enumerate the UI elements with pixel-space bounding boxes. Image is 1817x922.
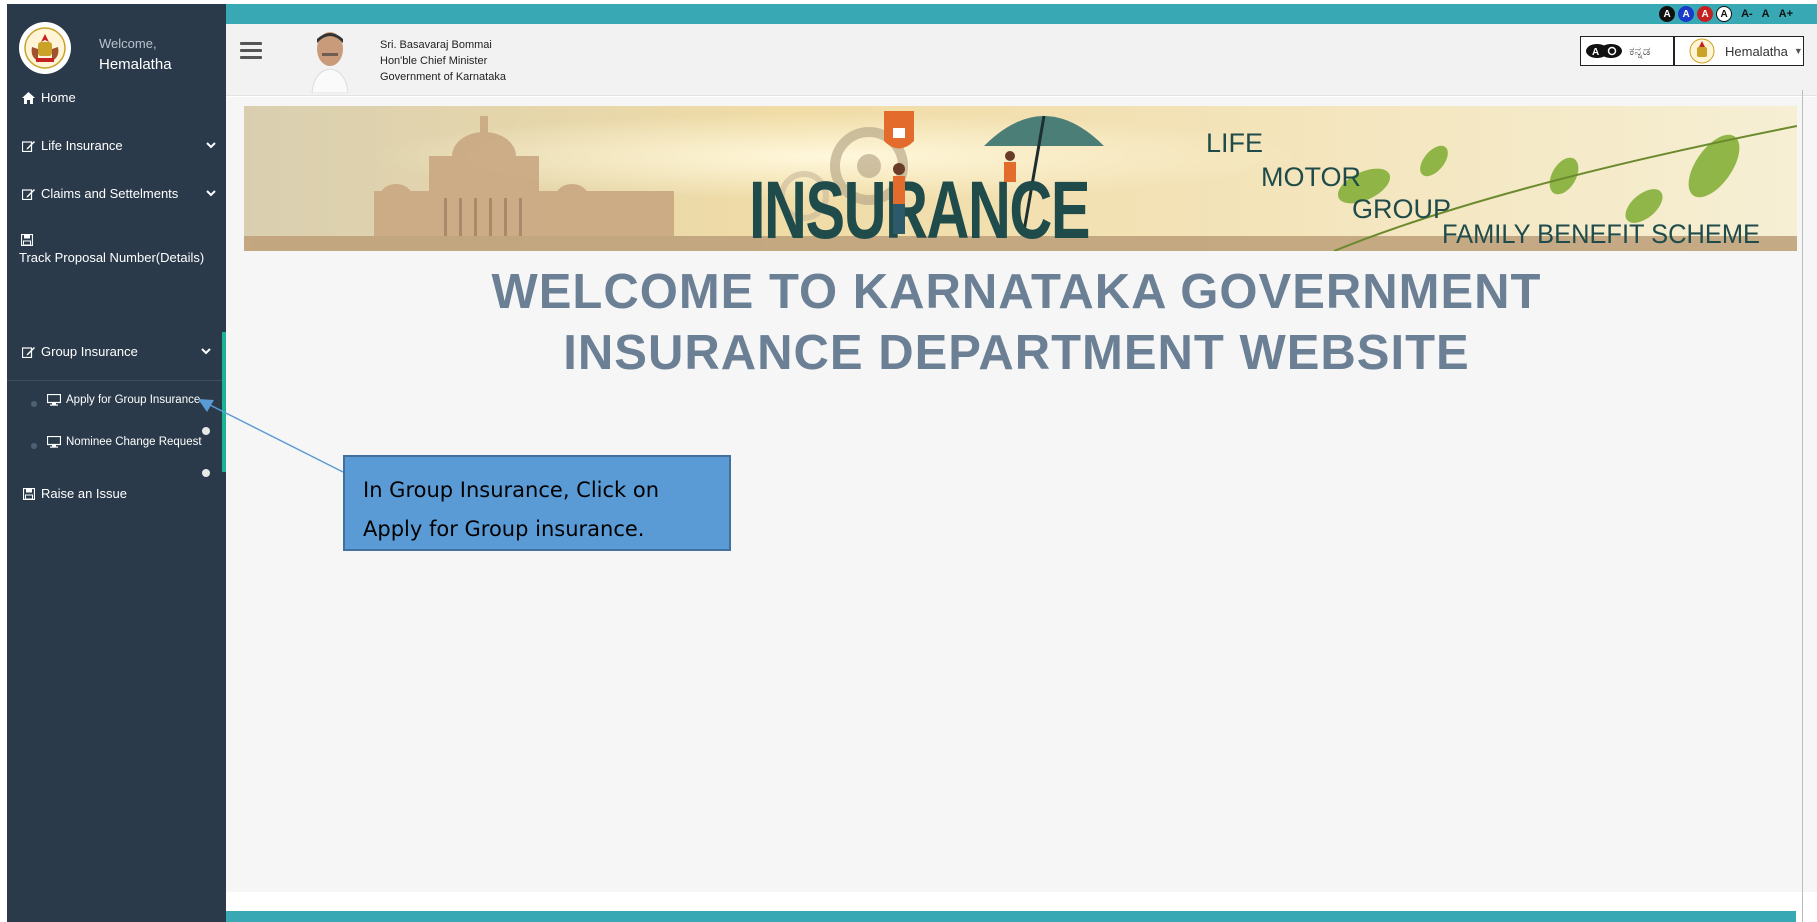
chevron-down-icon bbox=[206, 140, 216, 152]
language-label: ಕನ್ನಡ bbox=[1629, 43, 1651, 58]
divider bbox=[7, 380, 222, 381]
indicator-dot bbox=[202, 427, 210, 435]
banner-motor: MOTOR bbox=[1261, 162, 1361, 192]
submenu-label: Nominee Change Request bbox=[66, 436, 202, 448]
submenu-bullet bbox=[31, 443, 37, 449]
contrast-black-button[interactable]: A bbox=[1659, 6, 1676, 22]
user-name: Hemalatha bbox=[1725, 43, 1788, 59]
sidebar-item-home[interactable]: Home bbox=[21, 90, 216, 105]
menu-toggle-icon[interactable] bbox=[240, 42, 262, 63]
page-title: WELCOME TO KARNATAKA GOVERNMENT INSURANC… bbox=[226, 262, 1807, 384]
font-decrease-button[interactable]: A- bbox=[1741, 8, 1753, 20]
submenu-nominee-change[interactable]: Nominee Change Request bbox=[47, 436, 202, 448]
instruction-callout: In Group Insurance, Click on Apply for G… bbox=[343, 455, 731, 551]
submenu-bullet bbox=[31, 401, 37, 407]
banner-group: GROUP bbox=[1352, 194, 1451, 224]
cm-name: Sri. Basavaraj Bommai bbox=[380, 39, 492, 51]
sidebar-item-raise-issue[interactable]: Raise an Issue bbox=[21, 486, 216, 501]
save-icon bbox=[19, 234, 34, 246]
edit-icon bbox=[21, 140, 36, 152]
font-increase-button[interactable]: A+ bbox=[1779, 8, 1793, 20]
app-root: Welcome, Hemalatha Home Life Insurance C… bbox=[0, 0, 1817, 922]
translate-icon: A bbox=[1586, 44, 1622, 58]
sidebar-item-label: Life Insurance bbox=[41, 138, 123, 153]
caret-down-icon: ▼ bbox=[1793, 46, 1803, 56]
callout-line-2: Apply for Group insurance. bbox=[363, 517, 645, 541]
contrast-red-button[interactable]: A bbox=[1697, 6, 1714, 22]
sidebar-item-group-insurance[interactable]: Group Insurance bbox=[21, 344, 216, 359]
submenu-label: Apply for Group Insurance bbox=[66, 394, 201, 406]
top-accent-bar bbox=[226, 4, 1817, 24]
desktop-icon bbox=[47, 394, 61, 406]
chevron-down-icon bbox=[206, 188, 216, 200]
accessibility-controls: A A A A A- A A+ bbox=[1659, 6, 1793, 22]
sidebar-item-label: Group Insurance bbox=[41, 344, 138, 359]
sidebar-item-label: Raise an Issue bbox=[41, 486, 127, 501]
sidebar-item-life-insurance[interactable]: Life Insurance bbox=[21, 138, 216, 153]
insurance-banner: INSURANCE LIFE MOTOR GROUP FAMILY BENEFI… bbox=[244, 106, 1797, 251]
banner-main-word: INSURANCE bbox=[749, 165, 1089, 251]
chief-minister-portrait bbox=[310, 27, 350, 93]
chief-minister-info: Sri. Basavaraj Bommai Hon'ble Chief Mini… bbox=[380, 37, 506, 85]
title-line-2: INSURANCE DEPARTMENT WEBSITE bbox=[563, 326, 1470, 380]
desktop-icon bbox=[47, 436, 61, 448]
sidebar-item-label: Claims and Settelments bbox=[41, 186, 179, 201]
submenu-apply-group-insurance[interactable]: Apply for Group Insurance bbox=[47, 394, 200, 406]
user-menu-dropdown[interactable]: Hemalatha ▼ bbox=[1674, 36, 1804, 66]
profile: Welcome, Hemalatha bbox=[19, 22, 219, 74]
contrast-blue-button[interactable]: A bbox=[1678, 6, 1695, 22]
footer-accent-bar bbox=[226, 911, 1796, 922]
callout-line-1: In Group Insurance, Click on bbox=[363, 478, 660, 502]
right-border bbox=[1802, 90, 1803, 922]
language-toggle[interactable]: A ಕನ್ನಡ bbox=[1580, 36, 1674, 66]
sidebar-item-claims[interactable]: Claims and Settelments bbox=[21, 186, 216, 201]
title-line-1: WELCOME TO KARNATAKA GOVERNMENT bbox=[491, 265, 1542, 319]
sidebar-item-label: Home bbox=[41, 90, 76, 105]
contrast-white-button[interactable]: A bbox=[1716, 6, 1733, 22]
indicator-dot bbox=[202, 469, 210, 477]
banner-life: LIFE bbox=[1206, 128, 1263, 158]
sidebar-item-track-proposal[interactable]: Track Proposal Number(Details) bbox=[19, 234, 214, 265]
svg-text:A: A bbox=[1592, 47, 1599, 58]
emblem-icon bbox=[1689, 38, 1715, 64]
welcome-label: Welcome, bbox=[99, 36, 157, 51]
sidebar: Welcome, Hemalatha Home Life Insurance C… bbox=[7, 4, 226, 922]
sidebar-username: Hemalatha bbox=[99, 56, 172, 73]
edit-icon bbox=[21, 346, 36, 358]
edit-icon bbox=[21, 188, 36, 200]
home-icon bbox=[21, 91, 36, 104]
cm-title: Hon'ble Chief Minister bbox=[380, 55, 488, 67]
font-normal-button[interactable]: A bbox=[1762, 8, 1770, 20]
header: Sri. Basavaraj Bommai Hon'ble Chief Mini… bbox=[226, 24, 1817, 96]
sidebar-item-label: Track Proposal Number(Details) bbox=[19, 250, 205, 265]
banner-family: FAMILY BENEFIT SCHEME bbox=[1442, 219, 1760, 249]
save-icon bbox=[21, 487, 36, 500]
karnataka-emblem-logo bbox=[19, 22, 71, 74]
emblem-icon bbox=[24, 27, 66, 69]
chevron-down-icon bbox=[201, 346, 211, 358]
cm-government: Government of Karnataka bbox=[380, 71, 506, 83]
